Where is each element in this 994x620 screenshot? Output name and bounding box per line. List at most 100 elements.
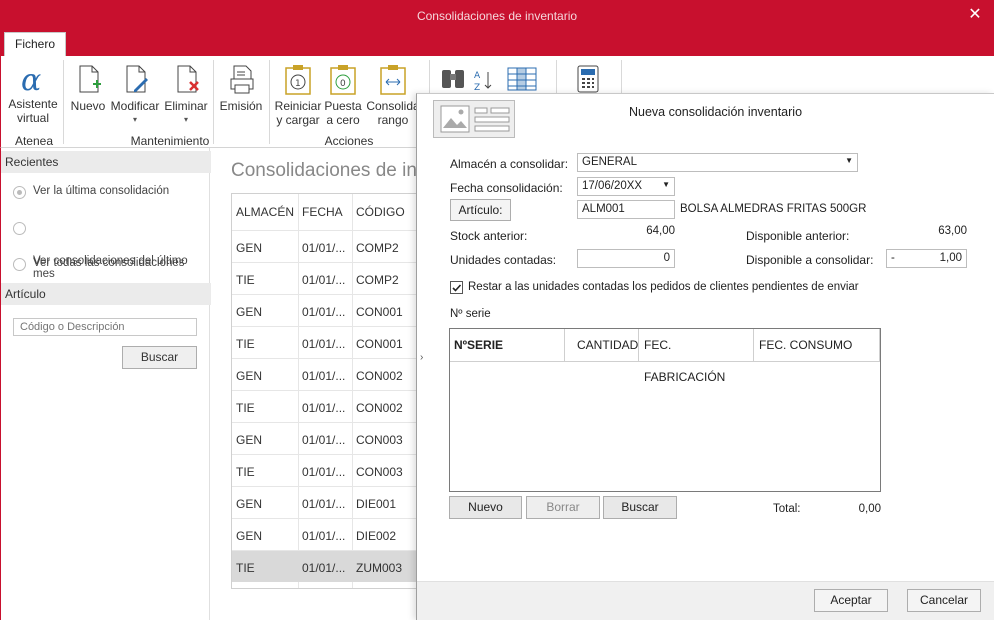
radio-circle-icon (13, 222, 26, 235)
radio-ultima-consolidacion[interactable]: Ver la última consolidación (13, 185, 170, 199)
cell-almacen: TIE (236, 465, 255, 479)
serie-nuevo-button[interactable]: Nuevo (449, 496, 522, 519)
cell-codigo: CON002 (356, 369, 403, 383)
emision-button[interactable]: Emisión (217, 64, 265, 113)
checkmark-icon (452, 284, 462, 292)
sort-az-icon[interactable]: AZ (473, 68, 495, 94)
almacen-select[interactable]: GENERAL ▼ (577, 153, 858, 172)
table-row[interactable]: GEN 01/01/... COMP2 (232, 230, 416, 262)
new-document-icon (79, 65, 101, 93)
stock-anterior-value: 64,00 (646, 225, 675, 237)
eliminar-label: Eliminar (164, 99, 208, 113)
cell-fecha: 01/01/... (302, 305, 346, 319)
unidades-contadas-label: Unidades contadas: (450, 253, 557, 267)
window-title: Consolidaciones de inventario (416, 9, 578, 23)
chevron-down-icon: ▾ (183, 115, 188, 124)
cell-codigo: CON003 (356, 433, 403, 447)
articulo-search-input[interactable] (13, 318, 197, 336)
cell-codigo: ZUM003 (356, 561, 403, 575)
delete-document-icon (177, 65, 199, 93)
grid-columns-icon[interactable] (506, 64, 538, 94)
page-title: Consolidaciones de inventario (231, 160, 417, 181)
cell-fecha: 01/01/... (302, 369, 346, 383)
table-row[interactable]: GEN 01/01/... CON002 (232, 358, 416, 390)
unidades-contadas-input[interactable]: 0 (577, 249, 675, 268)
svg-text:α: α (21, 64, 41, 94)
serie-label: Nº serie (450, 308, 491, 320)
articulo-header: Artículo (1, 283, 211, 305)
table-row[interactable]: TIE 01/01/... ZUM003 (232, 550, 416, 582)
fecha-picker[interactable]: 17/06/20XX ▼ (577, 177, 675, 196)
asistente-virtual-button[interactable]: α Asistente virtual (7, 64, 59, 125)
disponible-consolidar-label: Disponible a consolidar: (746, 253, 874, 267)
eliminar-button[interactable]: Eliminar ▾ (163, 64, 209, 127)
restar-label: Restar a las unidades contadas los pedid… (468, 281, 859, 293)
group-mantenimiento: Mantenimiento (130, 134, 210, 148)
cell-codigo: CON003 (356, 465, 403, 479)
table-row[interactable]: GEN 01/01/... CON001 (232, 294, 416, 326)
serie-column-consumo[interactable]: FEC. CONSUMO (754, 329, 880, 361)
serie-column-cantidad[interactable]: CANTIDAD (565, 329, 639, 361)
alpha-icon: α (21, 64, 41, 94)
radio-todas-consolidaciones[interactable]: Ver todas las consolidaciones (13, 257, 185, 271)
articulo-code-input[interactable]: ALM001 (577, 200, 675, 219)
cell-almacen: TIE (236, 273, 255, 287)
edit-document-icon (126, 65, 148, 93)
modificar-button[interactable]: Modificar ▾ (109, 64, 161, 127)
close-window-icon[interactable]: ✕ (964, 4, 986, 24)
serie-buscar-button[interactable]: Buscar (603, 496, 677, 519)
cell-fecha: 01/01/... (302, 497, 346, 511)
consolida-rango-button[interactable]: Consolida rango (365, 64, 421, 127)
ribbon-tabs: Fichero (0, 32, 994, 56)
cell-codigo: DIE001 (356, 497, 397, 511)
articulo-description: BOLSA ALMEDRAS FRITAS 500GR (680, 203, 867, 215)
cell-almacen: GEN (236, 497, 263, 511)
tab-fichero[interactable]: Fichero (4, 32, 66, 56)
cancelar-button[interactable]: Cancelar (907, 589, 981, 612)
title-bar: Consolidaciones de inventario ✕ (0, 0, 994, 32)
reiniciar-label: Reiniciar y cargar (274, 99, 322, 127)
nuevo-button[interactable]: Nuevo (69, 64, 107, 113)
svg-text:1: 1 (295, 79, 301, 89)
table-row[interactable]: GEN 01/01/... CON003 (232, 422, 416, 454)
serie-column-nserie[interactable]: NºSERIE (450, 329, 565, 361)
serie-borrar-button[interactable]: Borrar (526, 496, 600, 519)
radio-label: Ver la última consolidación (33, 185, 170, 197)
disponible-anterior-value: 63,00 (938, 225, 967, 237)
restar-checkbox[interactable] (450, 281, 463, 294)
cell-almacen: TIE (236, 561, 255, 575)
disponible-consolidar-value: 1,00 (939, 252, 962, 264)
chevron-down-icon: ▼ (662, 180, 670, 189)
cell-fecha: 01/01/... (302, 433, 346, 447)
chevron-right-icon[interactable]: › (420, 352, 423, 363)
calculator-icon[interactable] (574, 64, 602, 94)
fecha-label: Fecha consolidación: (450, 181, 563, 195)
left-buscar-button[interactable]: Buscar (122, 346, 197, 369)
binoculars-icon[interactable] (439, 64, 469, 94)
fecha-value: 17/06/20XX (582, 180, 643, 192)
total-value: 0,00 (858, 503, 881, 515)
table-row[interactable]: TIE 01/01/... CON001 (232, 326, 416, 358)
table-row[interactable]: GEN 01/01/... DIE002 (232, 518, 416, 550)
table-row[interactable]: TIE 01/01/... COMP2 (232, 262, 416, 294)
column-header-fecha[interactable]: FECHA (302, 194, 343, 230)
radio-label: Ver todas las consolidaciones (33, 257, 185, 269)
aceptar-button[interactable]: Aceptar (814, 589, 888, 612)
cell-fecha: 01/01/... (302, 465, 346, 479)
stock-anterior-label: Stock anterior: (450, 229, 528, 243)
range-icon (380, 65, 406, 95)
recientes-header: Recientes (1, 151, 211, 173)
reiniciar-cargar-button[interactable]: 1 Reiniciar y cargar (273, 64, 323, 127)
svg-text:Z: Z (474, 83, 480, 93)
serie-column-fabricacion[interactable]: FEC. FABRICACIÓN (639, 329, 754, 384)
column-header-almacen[interactable]: ALMACÉN (236, 194, 294, 230)
disponible-anterior-label: Disponible anterior: (746, 229, 850, 243)
radio-circle-icon (13, 186, 26, 199)
disponible-consolidar-sign: - (891, 252, 895, 264)
table-row[interactable]: GEN 01/01/... DIE001 (232, 486, 416, 518)
table-row[interactable]: TIE 01/01/... CON002 (232, 390, 416, 422)
table-row[interactable]: TIE 01/01/... CON003 (232, 454, 416, 486)
articulo-button[interactable]: Artículo: (450, 199, 511, 221)
puesta-cero-button[interactable]: 0 Puesta a cero (323, 64, 363, 127)
column-header-codigo[interactable]: CÓDIGO (356, 194, 405, 230)
